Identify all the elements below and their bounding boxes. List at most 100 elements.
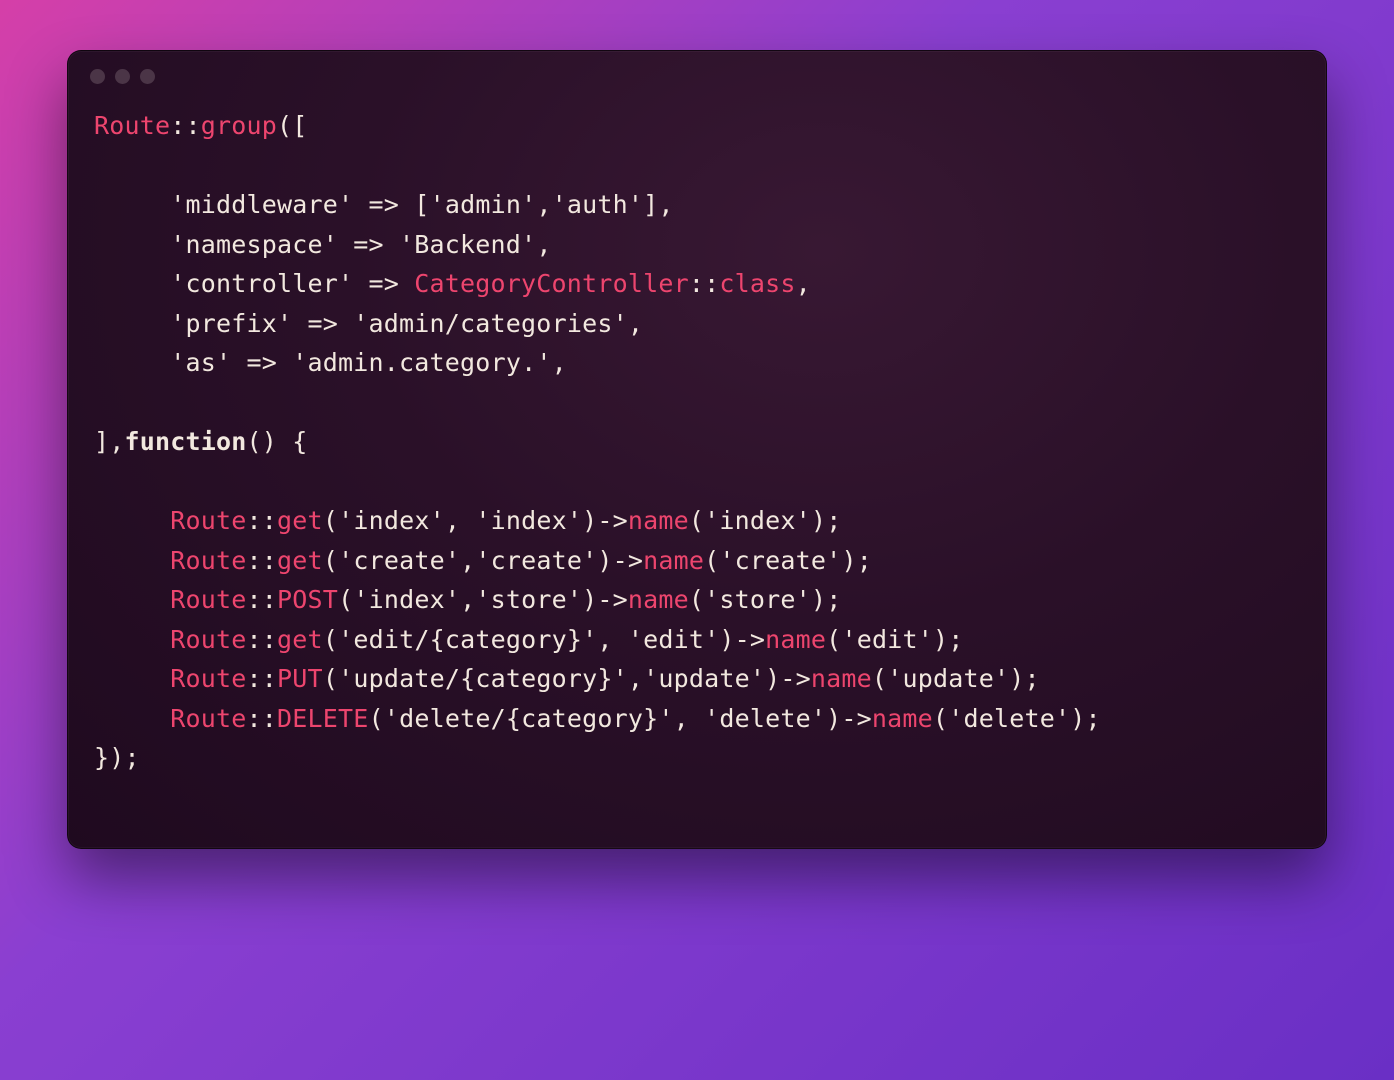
token-fn: name <box>811 664 872 693</box>
token-punct: ( <box>323 506 338 535</box>
token-string: 'admin' <box>430 190 537 219</box>
token-string: 'create' <box>338 546 460 575</box>
token-string: 'index' <box>704 506 811 535</box>
token-string: 'create' <box>475 546 597 575</box>
token-punct: ( <box>872 664 887 693</box>
token-punct: ( <box>689 585 704 614</box>
token-punct: ( <box>826 625 841 654</box>
token-punct: ); <box>1070 704 1101 733</box>
token-string: 'update' <box>887 664 1009 693</box>
token-punct: () { <box>247 427 308 456</box>
window-titlebar <box>68 51 1326 88</box>
token-punct: , <box>460 546 475 575</box>
token-string: 'index' <box>338 506 445 535</box>
token-punct: , <box>536 230 551 259</box>
token-punct: :: <box>247 546 278 575</box>
token-punct: , <box>628 664 643 693</box>
token-class: Route <box>170 625 246 654</box>
token-punct: )-> <box>582 585 628 614</box>
token-string: 'delete' <box>704 704 826 733</box>
token-string: 'index' <box>475 506 582 535</box>
code-content: Route::group([ 'middleware' => ['admin',… <box>94 106 1300 778</box>
token-punct: ( <box>704 546 719 575</box>
token-punct: , <box>445 506 476 535</box>
token-string: 'edit' <box>841 625 933 654</box>
token-plain: => <box>353 190 414 219</box>
token-key: 'prefix' <box>170 309 292 338</box>
token-punct: :: <box>247 506 278 535</box>
token-string: 'admin.category.' <box>292 348 551 377</box>
window-control-zoom[interactable] <box>140 69 155 84</box>
token-punct: ( <box>323 625 338 654</box>
token-punct: ( <box>323 546 338 575</box>
token-const: class <box>719 269 795 298</box>
token-punct: ); <box>811 506 842 535</box>
token-string: 'store' <box>704 585 811 614</box>
token-punct: :: <box>170 111 201 140</box>
token-punct: ); <box>933 625 964 654</box>
token-punct: ( <box>323 664 338 693</box>
token-punct: , <box>552 348 567 377</box>
token-punct: ( <box>338 585 353 614</box>
token-string: 'admin/categories' <box>353 309 628 338</box>
token-punct: )-> <box>597 546 643 575</box>
token-punct: :: <box>247 704 278 733</box>
token-fn: name <box>628 506 689 535</box>
token-string: 'delete/{category}' <box>384 704 674 733</box>
token-fn: get <box>277 546 323 575</box>
token-punct: , <box>628 309 643 338</box>
token-punct: , <box>460 585 475 614</box>
token-punct: , <box>597 625 628 654</box>
token-punct: )-> <box>719 625 765 654</box>
token-const: CategoryController <box>414 269 689 298</box>
token-class: Route <box>170 506 246 535</box>
token-fn: name <box>872 704 933 733</box>
token-fn: name <box>765 625 826 654</box>
token-fn: group <box>201 111 277 140</box>
token-string: 'edit' <box>628 625 720 654</box>
token-key: 'as' <box>170 348 231 377</box>
token-string: 'auth' <box>552 190 644 219</box>
code-window: Route::group([ 'middleware' => ['admin',… <box>67 50 1327 849</box>
token-fn: name <box>643 546 704 575</box>
token-class: Route <box>170 546 246 575</box>
token-key: 'controller' <box>170 269 353 298</box>
token-fn: DELETE <box>277 704 369 733</box>
token-key: 'namespace' <box>170 230 338 259</box>
token-punct: )-> <box>765 664 811 693</box>
token-plain: => <box>338 230 399 259</box>
token-string: 'update' <box>643 664 765 693</box>
window-control-close[interactable] <box>90 69 105 84</box>
token-punct: ], <box>643 190 674 219</box>
token-fn: get <box>277 625 323 654</box>
token-class: Route <box>170 585 246 614</box>
token-string: 'index' <box>353 585 460 614</box>
token-punct: , <box>796 269 811 298</box>
token-fn: name <box>628 585 689 614</box>
token-string: 'update/{category}' <box>338 664 628 693</box>
token-class: Route <box>170 664 246 693</box>
token-key: 'middleware' <box>170 190 353 219</box>
window-control-minimize[interactable] <box>115 69 130 84</box>
token-punct: ); <box>1009 664 1040 693</box>
token-string: 'store' <box>475 585 582 614</box>
token-string: 'edit/{category}' <box>338 625 597 654</box>
token-punct: [ <box>414 190 429 219</box>
token-string: 'delete' <box>948 704 1070 733</box>
token-punct: :: <box>247 585 278 614</box>
token-string: 'create' <box>719 546 841 575</box>
token-punct: ); <box>811 585 842 614</box>
token-fn: POST <box>277 585 338 614</box>
token-keyword: function <box>125 427 247 456</box>
token-class: Route <box>94 111 170 140</box>
code-area: Route::group([ 'middleware' => ['admin',… <box>68 88 1326 848</box>
token-punct: ( <box>369 704 384 733</box>
token-punct: , <box>674 704 705 733</box>
token-plain: => <box>353 269 414 298</box>
token-punct: :: <box>247 625 278 654</box>
token-punct: ([ <box>277 111 308 140</box>
token-punct: )-> <box>582 506 628 535</box>
token-punct: ( <box>689 506 704 535</box>
token-string: 'Backend' <box>399 230 536 259</box>
token-punct: :: <box>689 269 720 298</box>
